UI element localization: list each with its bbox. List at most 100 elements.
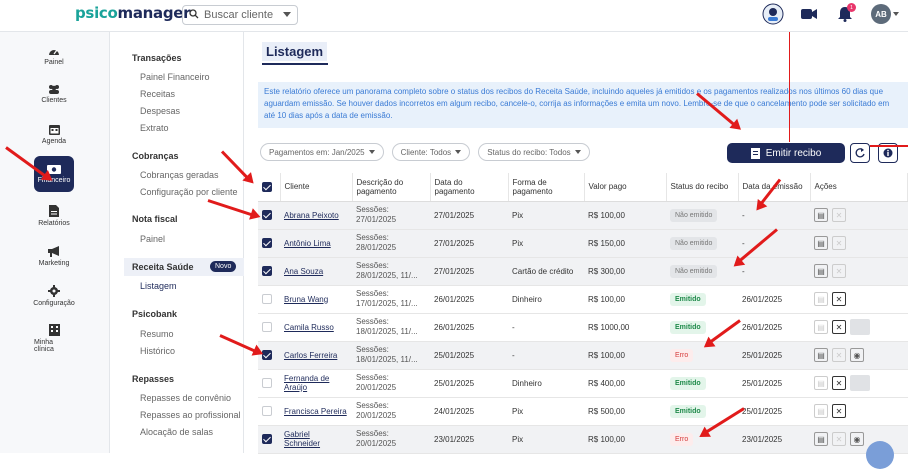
view-icon[interactable]: ◉ bbox=[850, 432, 864, 446]
cancel-icon[interactable]: ✕ bbox=[832, 432, 846, 446]
emission-date: 25/01/2025 bbox=[738, 369, 810, 398]
col-header: Data do pagamento bbox=[430, 173, 509, 202]
chevron-down-icon bbox=[283, 9, 291, 21]
table-row[interactable]: Ana Souza Sessões: 28/01/2025, 11/... 27… bbox=[258, 257, 908, 286]
col-header: Cliente bbox=[280, 173, 353, 202]
filter-client[interactable]: Cliente: Todos bbox=[391, 143, 471, 161]
row-actions: ▤ ✕ bbox=[810, 397, 908, 426]
megaphone-icon bbox=[48, 245, 59, 257]
rail-item-configuracao[interactable]: Configuração bbox=[0, 278, 108, 314]
rail-item-clientes[interactable]: Clientes bbox=[0, 76, 108, 112]
select-all-checkbox[interactable] bbox=[262, 181, 272, 192]
assistant-avatar-icon[interactable] bbox=[762, 3, 784, 25]
receipt-action-icon[interactable]: ▤ bbox=[814, 320, 828, 334]
client-link[interactable]: Ana Souza bbox=[284, 267, 323, 276]
filter-payments-month[interactable]: Pagamentos em: Jan/2025 bbox=[260, 143, 384, 161]
rail-item-relatorios[interactable]: Relatórios bbox=[0, 198, 108, 234]
emit-receipt-button[interactable]: Emitir recibo bbox=[727, 143, 845, 163]
view-icon[interactable]: ◉ bbox=[850, 348, 864, 362]
table-row[interactable]: Carlos Ferreira Sessões: 18/01/2025, 11/… bbox=[258, 341, 908, 370]
client-link[interactable]: Gabriel Schneider bbox=[284, 430, 320, 448]
receipt-action-icon[interactable]: ▤ bbox=[814, 432, 828, 446]
cancel-icon[interactable]: ✕ bbox=[832, 264, 846, 278]
table-row[interactable]: Francisca Pereira Sessões: 20/01/2025 24… bbox=[258, 397, 908, 426]
submenu-item-painel-financeiro[interactable]: Painel Financeiro bbox=[140, 72, 210, 82]
client-link[interactable]: Bruna Wang bbox=[284, 295, 328, 304]
submenu-item-receitas[interactable]: Receitas bbox=[140, 89, 175, 99]
receipt-action-icon[interactable]: ▤ bbox=[814, 376, 828, 390]
chevron-down-icon bbox=[368, 150, 375, 154]
submenu-item-alocacao-salas[interactable]: Alocação de salas bbox=[140, 427, 213, 437]
notification-bell-icon[interactable]: 1 bbox=[834, 3, 856, 25]
submenu-item-despesas[interactable]: Despesas bbox=[140, 106, 180, 116]
amount-paid: R$ 400,00 bbox=[584, 369, 666, 398]
submenu-item-historico[interactable]: Histórico bbox=[140, 346, 175, 356]
refresh-button[interactable] bbox=[850, 143, 870, 163]
row-checkbox[interactable] bbox=[262, 238, 272, 248]
search-client-button[interactable]: Buscar cliente bbox=[182, 5, 298, 25]
table-row[interactable]: Abrana Peixoto Sessões: 27/01/2025 27/01… bbox=[258, 201, 908, 230]
row-checkbox[interactable] bbox=[262, 406, 272, 416]
row-checkbox[interactable] bbox=[262, 378, 272, 388]
cancel-icon[interactable]: ✕ bbox=[832, 208, 846, 222]
col-header: Status do recibo bbox=[666, 173, 739, 202]
receipt-action-icon[interactable]: ▤ bbox=[814, 236, 828, 250]
cancel-icon[interactable]: ✕ bbox=[832, 236, 846, 250]
client-link[interactable]: Abrana Peixoto bbox=[284, 211, 339, 220]
submenu-item-resumo[interactable]: Resumo bbox=[140, 329, 174, 339]
client-link[interactable]: Antônio Lima bbox=[284, 239, 331, 248]
submenu-item-repasses-convenio[interactable]: Repasses de convênio bbox=[140, 393, 231, 403]
receipt-action-icon[interactable]: ▤ bbox=[814, 292, 828, 306]
gauge-icon bbox=[49, 49, 59, 55]
select-all-header[interactable] bbox=[258, 173, 281, 202]
row-checkbox[interactable] bbox=[262, 266, 272, 276]
submenu-item-cobrancas-geradas[interactable]: Cobranças geradas bbox=[140, 170, 219, 180]
user-menu[interactable]: AB bbox=[870, 3, 900, 25]
placeholder-block bbox=[850, 375, 870, 391]
filter-receipt-status[interactable]: Status do recibo: Todos bbox=[478, 143, 590, 161]
table-row[interactable]: Camila Russo Sessões: 18/01/2025, 11/...… bbox=[258, 313, 908, 342]
receipts-table: Cliente Descrição do pagamento Data do p… bbox=[258, 173, 908, 454]
rail-item-marketing[interactable]: Marketing bbox=[0, 238, 108, 274]
payment-description: Sessões: 20/01/2025 bbox=[352, 425, 430, 454]
table-row[interactable]: Bruna Wang Sessões: 17/01/2025, 11/... 2… bbox=[258, 285, 908, 314]
table-row[interactable]: Gabriel Schneider Sessões: 20/01/2025 23… bbox=[258, 425, 908, 454]
submenu-item-repasses-profissional[interactable]: Repasses ao profissional bbox=[140, 410, 241, 420]
search-label: Buscar cliente bbox=[204, 9, 274, 21]
client-link[interactable]: Francisca Pereira bbox=[284, 407, 347, 416]
cancel-icon[interactable]: ✕ bbox=[832, 292, 846, 306]
client-link[interactable]: Camila Russo bbox=[284, 323, 334, 332]
client-link[interactable]: Fernanda de Araújo bbox=[284, 374, 329, 392]
client-link[interactable]: Carlos Ferreira bbox=[284, 351, 337, 360]
cancel-icon[interactable]: ✕ bbox=[832, 320, 846, 334]
help-chat-button[interactable] bbox=[866, 441, 894, 469]
table-row[interactable]: Antônio Lima Sessões: 28/01/2025 27/01/2… bbox=[258, 229, 908, 258]
video-camera-icon[interactable] bbox=[798, 3, 820, 25]
row-checkbox[interactable] bbox=[262, 434, 272, 444]
cancel-icon[interactable]: ✕ bbox=[832, 376, 846, 390]
receipt-action-icon[interactable]: ▤ bbox=[814, 208, 828, 222]
row-checkbox[interactable] bbox=[262, 210, 272, 220]
submenu-item-listagem[interactable]: Listagem bbox=[140, 281, 177, 291]
receipt-action-icon[interactable]: ▤ bbox=[814, 264, 828, 278]
row-checkbox[interactable] bbox=[262, 294, 272, 304]
rail-item-minha-clinica[interactable]: Minha clínica bbox=[0, 320, 108, 356]
submenu-item-nf-painel[interactable]: Painel bbox=[140, 234, 165, 244]
rail-item-painel[interactable]: Painel bbox=[0, 38, 108, 74]
receipt-action-icon[interactable]: ▤ bbox=[814, 404, 828, 418]
emission-date: 25/01/2025 bbox=[738, 341, 810, 370]
cancel-icon[interactable]: ✕ bbox=[832, 348, 846, 362]
submenu-heading-receita-saude[interactable]: Receita Saúde bbox=[132, 262, 194, 272]
receipt-action-icon[interactable]: ▤ bbox=[814, 348, 828, 362]
table-row[interactable]: Fernanda de Araújo Sessões: 20/01/2025 2… bbox=[258, 369, 908, 398]
row-checkbox[interactable] bbox=[262, 322, 272, 332]
main-nav-rail: Painel Clientes Agenda Financeiro Relató… bbox=[0, 32, 110, 453]
status-badge: Não emitido bbox=[670, 264, 718, 278]
cancel-icon[interactable]: ✕ bbox=[832, 404, 846, 418]
rail-item-agenda[interactable]: Agenda bbox=[0, 116, 108, 152]
status-badge: Erro bbox=[670, 432, 694, 446]
brand-logo[interactable]: psicomanager bbox=[75, 4, 191, 22]
submenu-item-extrato[interactable]: Extrato bbox=[140, 123, 169, 133]
submenu-item-configuracao-cliente[interactable]: Configuração por cliente bbox=[140, 187, 238, 197]
row-actions: ▤ ✕ bbox=[810, 257, 908, 286]
